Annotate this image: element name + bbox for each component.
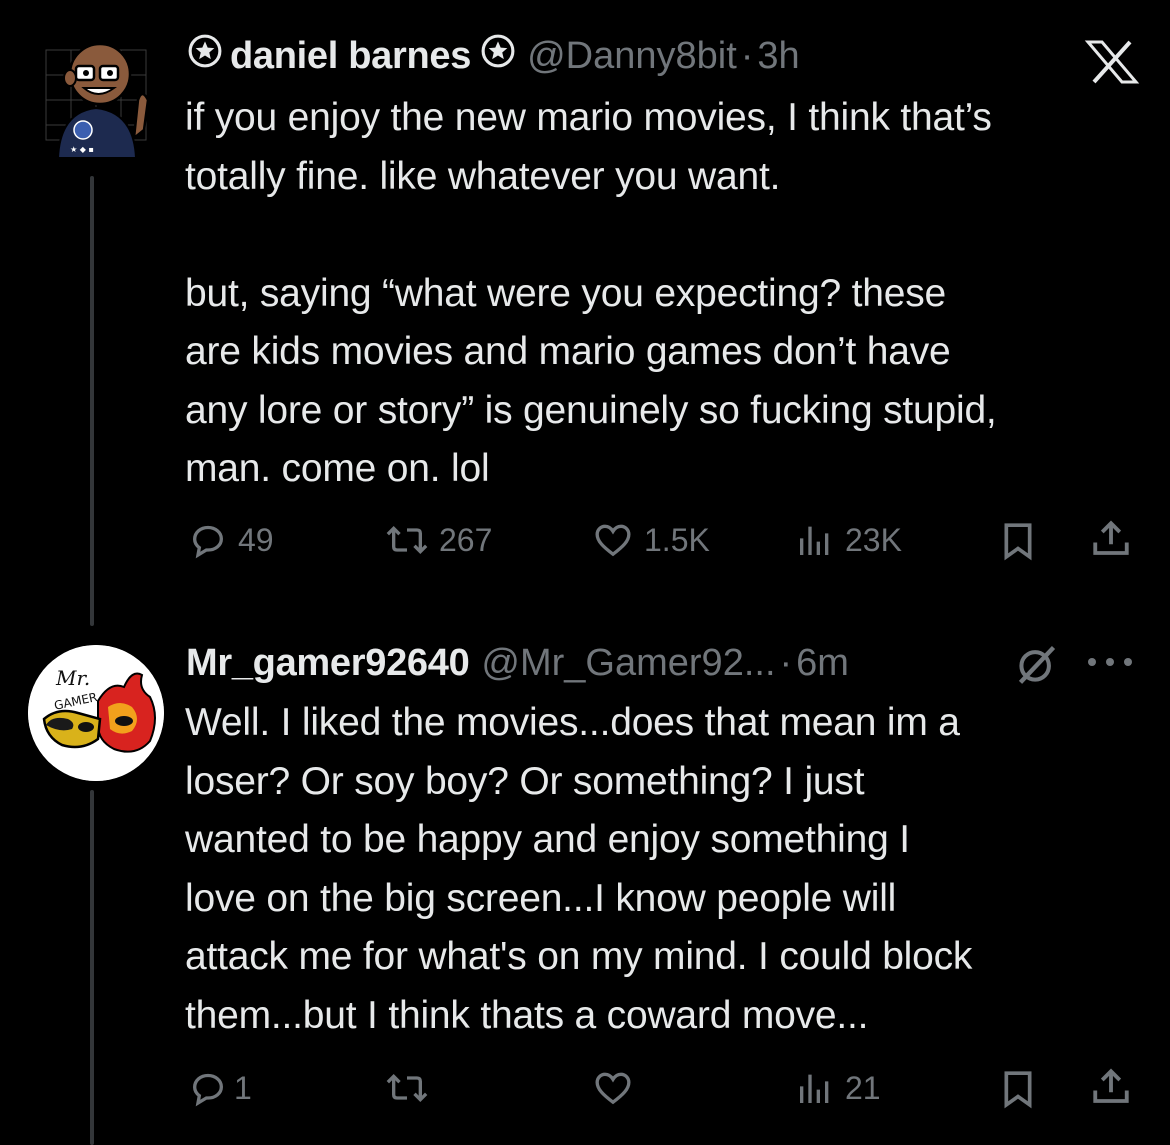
svg-text:Mr.: Mr. — [55, 666, 90, 690]
user-handle[interactable]: @Mr_Gamer92... — [481, 641, 775, 685]
share-icon[interactable] — [1090, 1066, 1132, 1108]
timestamp[interactable]: 3h — [757, 34, 799, 78]
user-handle[interactable]: @Danny8bit — [527, 34, 737, 78]
heart-icon — [595, 1072, 631, 1105]
reply-icon — [192, 525, 224, 559]
reply-button[interactable]: 1 — [188, 1068, 252, 1108]
grok-icon[interactable] — [1015, 642, 1059, 686]
avatar-mr-gamer[interactable]: Mr. GAMER — [28, 645, 164, 781]
heart-icon — [595, 524, 631, 557]
views-chart-icon — [800, 526, 829, 555]
reply-count: 49 — [238, 521, 274, 558]
like-count: 1.5K — [644, 521, 710, 558]
views-button[interactable]: 23K — [795, 520, 902, 560]
timestamp[interactable]: 6m — [796, 641, 849, 685]
avatar-daniel-barnes[interactable]: ★ ◆ ▪ — [38, 30, 156, 160]
views-count: 23K — [845, 521, 902, 558]
reply-button[interactable]: 49 — [188, 520, 274, 560]
like-button[interactable]: 1.5K — [592, 520, 710, 560]
repost-button[interactable] — [385, 1068, 439, 1108]
tweet-header: Mr_gamer92640 @Mr_Gamer92... · 6m — [186, 641, 849, 685]
bookmark-icon[interactable] — [998, 1068, 1038, 1110]
display-name[interactable]: daniel barnes — [230, 34, 471, 78]
x-logo-icon — [1084, 40, 1140, 84]
thread-connector-line — [90, 176, 94, 626]
more-icon[interactable] — [1082, 652, 1138, 672]
repost-icon — [386, 1073, 428, 1103]
repost-button[interactable]: 267 — [385, 520, 492, 560]
share-icon[interactable] — [1090, 518, 1132, 560]
separator-dot: · — [779, 642, 793, 684]
like-button[interactable] — [592, 1068, 644, 1108]
tweet-text: if you enjoy the new mario movies, I thi… — [185, 96, 997, 490]
tweet-text: Well. I liked the movies...does that mea… — [185, 701, 973, 1037]
star-badge-icon — [481, 34, 515, 68]
tweet-header: daniel barnes @Danny8bit · 3h — [188, 34, 800, 78]
star-badge-icon — [188, 34, 222, 68]
repost-count: 267 — [439, 521, 493, 558]
repost-icon — [386, 525, 428, 555]
separator-dot: · — [740, 35, 754, 77]
reply-count: 1 — [234, 1069, 252, 1106]
views-button[interactable]: 21 — [795, 1068, 881, 1108]
bookmark-icon[interactable] — [998, 520, 1038, 562]
reply-icon — [192, 1073, 224, 1107]
svg-text:★ ◆ ▪: ★ ◆ ▪ — [70, 145, 94, 154]
views-count: 21 — [845, 1069, 881, 1106]
display-name[interactable]: Mr_gamer92640 — [186, 641, 470, 685]
thread-connector-line — [90, 790, 94, 1145]
views-chart-icon — [800, 1074, 829, 1103]
